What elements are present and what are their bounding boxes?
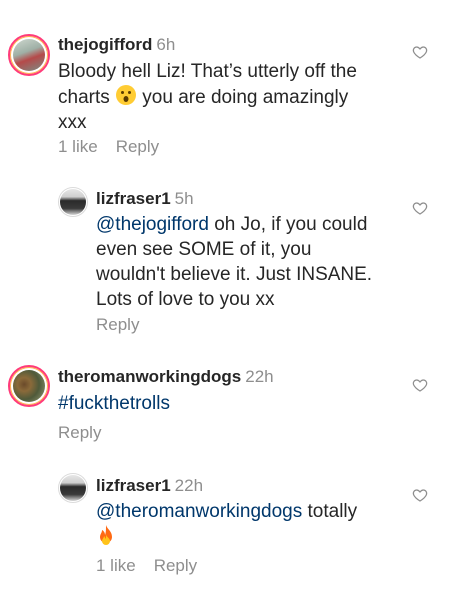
comment-theromanworkingdogs: theromanworkingdogs 22h #fuckthetrolls Re… <box>0 355 451 450</box>
likes-count[interactable]: 1 like <box>58 137 98 156</box>
comment-time: 6h <box>156 35 176 54</box>
reply-button[interactable]: Reply <box>116 137 159 156</box>
comment-time: 5h <box>174 189 194 208</box>
comment-text-line: charts <box>58 87 110 108</box>
surprised-emoji-icon <box>116 85 137 105</box>
comment-username[interactable]: lizfraser1 <box>96 189 171 208</box>
comment-text: Bloody hell Liz! That’s utterly off the … <box>58 59 408 135</box>
like-heart-icon[interactable] <box>412 200 428 216</box>
comment-text-line: even see SOME of it, you <box>96 239 312 260</box>
comment-text-line: you are doing amazingly <box>137 87 349 108</box>
reply-button[interactable]: Reply <box>154 556 197 575</box>
comment-text-line: wouldn't believe it. Just INSANE. <box>96 264 373 285</box>
comment-text-line: totally <box>302 501 358 522</box>
comment-text: #fuckthetrolls <box>58 391 408 416</box>
comment-text: @theromanworkingdogs totally <box>96 499 416 550</box>
comment-text-line: oh Jo, if you could <box>208 214 368 235</box>
mention-link[interactable]: @theromanworkingdogs <box>96 501 302 522</box>
avatar[interactable] <box>58 187 88 217</box>
comment-text-line: Lots of love to you xx <box>96 289 275 310</box>
comment-text-line: Bloody hell Liz! That’s utterly off the <box>58 61 357 82</box>
reply-button[interactable]: Reply <box>96 315 139 334</box>
mention-link[interactable]: @thejogifford <box>96 214 209 235</box>
reply-lizfraser1: lizfraser1 5h @thejogifford oh Jo, if you… <box>0 180 451 340</box>
reply-lizfraser1: lizfraser1 22h @theromanworkingdogs total… <box>0 470 451 590</box>
comment-text: @thejogifford oh Jo, if you could even s… <box>96 212 416 312</box>
like-heart-icon[interactable] <box>412 377 428 393</box>
fire-emoji-icon <box>100 525 112 545</box>
comment-username[interactable]: thejogifford <box>58 35 152 54</box>
likes-count[interactable]: 1 like <box>96 556 136 575</box>
hashtag-link[interactable]: #fuckthetrolls <box>58 393 170 414</box>
avatar[interactable] <box>8 34 50 76</box>
like-heart-icon[interactable] <box>412 44 428 60</box>
comment-thejogifford: thejogifford 6h Bloody hell Liz! That’s u… <box>0 0 451 170</box>
avatar[interactable] <box>58 473 88 503</box>
reply-button[interactable]: Reply <box>58 423 101 442</box>
comment-username[interactable]: theromanworkingdogs <box>58 367 241 386</box>
comment-time: 22h <box>174 476 204 495</box>
like-heart-icon[interactable] <box>412 487 428 503</box>
avatar[interactable] <box>8 365 50 407</box>
comment-time: 22h <box>245 367 274 386</box>
comment-text-line: xxx <box>58 112 87 133</box>
comment-username[interactable]: lizfraser1 <box>96 476 171 495</box>
